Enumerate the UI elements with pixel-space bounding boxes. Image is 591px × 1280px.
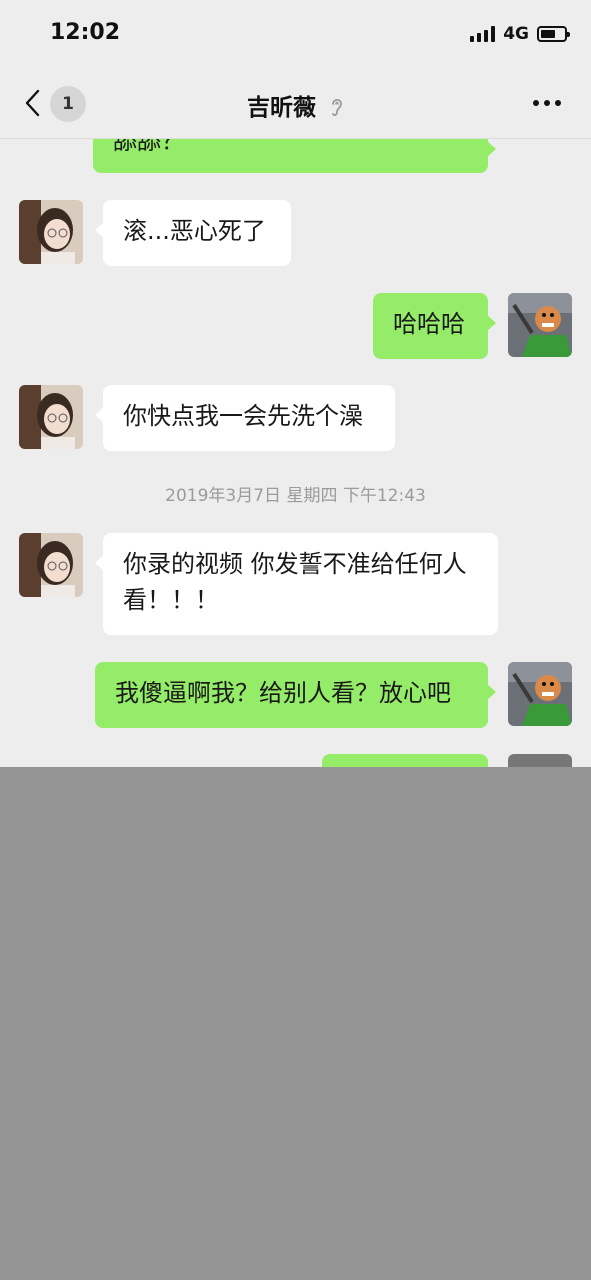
- contact-avatar[interactable]: [19, 533, 83, 597]
- message-text: 你快点我一会先洗个澡: [123, 402, 363, 430]
- chat-timestamp: 2019年3月7日 星期四 下午12:43: [165, 486, 426, 506]
- chat-area[interactable]: 舔舔？ 滚...恶心死了 哈哈哈 你快点我一会先洗个澡 2019年3月7日 星期…: [0, 139, 591, 767]
- message-text: 舔舔？: [113, 139, 185, 155]
- message-text: 你录的视频 你发誓不准给任何人看！！！: [123, 550, 467, 614]
- my-avatar[interactable]: [508, 293, 572, 357]
- incoming-bubble[interactable]: 你快点我一会先洗个澡: [95, 385, 395, 451]
- my-avatar[interactable]: [508, 662, 572, 726]
- ear-icon: [332, 98, 342, 116]
- battery-icon: [537, 26, 570, 42]
- contact-avatar[interactable]: [19, 200, 83, 264]
- status-bar: 12:02 4G: [0, 0, 591, 70]
- incoming-bubble[interactable]: 你录的视频 你发誓不准给任何人看！！！: [95, 533, 498, 635]
- message-text: 我傻逼啊我？给别人看？放心吧: [115, 679, 451, 707]
- battery-level: [541, 30, 555, 38]
- contact-name: 吉昕薇: [246, 95, 316, 121]
- outgoing-bubble[interactable]: [322, 754, 488, 767]
- outgoing-bubble[interactable]: 哈哈哈: [373, 293, 496, 359]
- nav-bar: 1 吉昕薇: [0, 70, 591, 139]
- signal-icon: [470, 26, 496, 42]
- my-avatar[interactable]: [508, 754, 572, 767]
- more-dots-icon[interactable]: [533, 100, 561, 106]
- dimmed-overlay: [0, 767, 591, 1280]
- message-text: 滚...恶心死了: [123, 217, 266, 245]
- message-text: 哈哈哈: [393, 310, 465, 338]
- status-indicators: 4G: [470, 24, 570, 44]
- chat-title: 吉昕薇: [0, 88, 591, 122]
- outgoing-bubble[interactable]: 舔舔？: [93, 139, 496, 173]
- outgoing-bubble[interactable]: 我傻逼啊我？给别人看？放心吧: [95, 662, 496, 728]
- status-time: 12:02: [50, 20, 121, 45]
- network-type: 4G: [503, 24, 529, 44]
- incoming-bubble[interactable]: 滚...恶心死了: [95, 200, 291, 266]
- contact-avatar[interactable]: [19, 385, 83, 449]
